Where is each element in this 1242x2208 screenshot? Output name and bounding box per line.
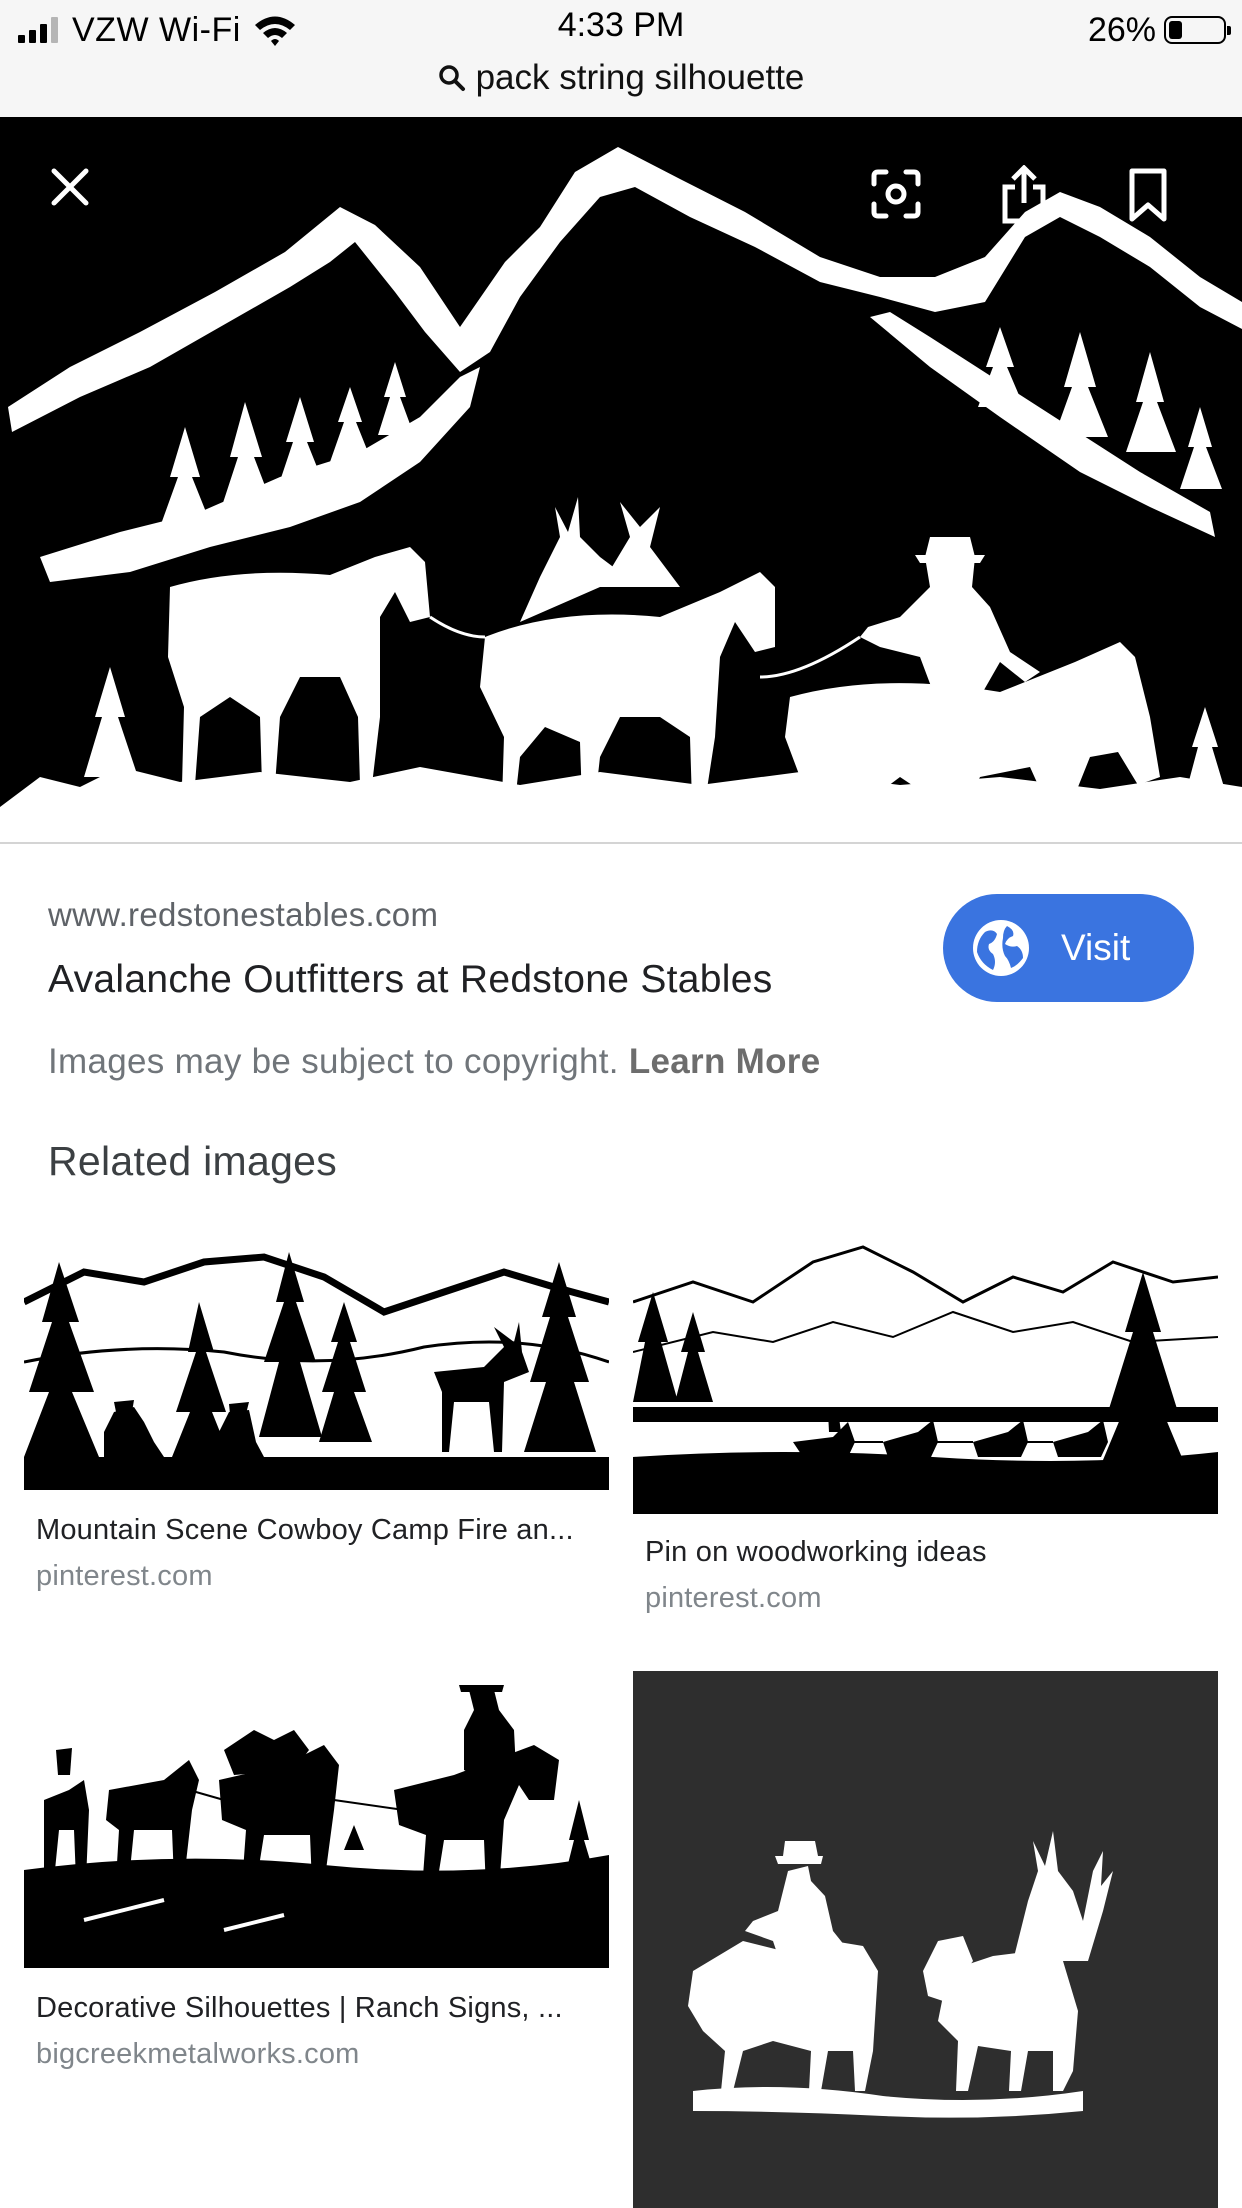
campfire-scene-image [24,1242,609,1490]
related-thumbnail[interactable] [633,1242,1218,1514]
pack-string-lake-image [633,1242,1218,1514]
close-icon [51,168,89,206]
rider-elk-packhorse-image [633,1671,1218,2208]
search-query-bar[interactable]: pack string silhouette [0,58,1242,98]
related-thumbnail[interactable] [24,1242,609,1490]
status-right: 26% [1087,8,1231,52]
globe-icon [973,920,1029,976]
related-source[interactable]: bigcreekmetalworks.com [36,2038,360,2071]
divider [0,842,1242,844]
copyright-text: Images may be subject to copyright. [48,1042,629,1081]
copyright-notice: Images may be subject to copyright. Lear… [48,1042,820,1082]
related-images-heading: Related images [48,1138,338,1184]
lens-button[interactable] [862,160,930,228]
status-bar: VZW Wi-Fi 4:33 PM 26% pack string silhou… [0,0,1242,118]
pack-train-silhouette-image [24,1650,609,1968]
visit-button[interactable]: Visit [943,894,1194,1002]
learn-more-link[interactable]: Learn More [629,1042,821,1081]
visit-label: Visit [1061,927,1131,968]
clock: 4:33 PM [557,6,685,44]
related-source[interactable]: pinterest.com [36,1560,213,1593]
search-icon [438,65,465,91]
related-caption[interactable]: Decorative Silhouettes | Ranch Signs, ..… [36,1992,596,2025]
battery-percent: 26% [1087,10,1156,49]
result-domain[interactable]: www.redstonestables.com [48,896,438,934]
related-image-card[interactable]: Mountain Scene Cowboy Camp Fire an... pi… [24,1242,609,1602]
search-query: pack string silhouette [475,58,805,97]
share-icon [1002,165,1046,224]
bookmark-icon [1129,168,1167,222]
preview-image[interactable] [0,117,1242,842]
share-button[interactable] [986,157,1062,233]
related-thumbnail[interactable] [633,1671,1218,2208]
bookmark-button[interactable] [1110,157,1186,233]
close-button[interactable] [40,157,100,217]
battery-icon [1164,16,1231,44]
related-image-card[interactable]: Pin on woodworking ideas pinterest.com [633,1242,1218,1622]
result-title[interactable]: Avalanche Outfitters at Redstone Stables [48,958,773,1002]
related-image-card[interactable]: Decorative Silhouettes | Ranch Signs, ..… [24,1650,609,2070]
related-thumbnail[interactable] [24,1650,609,1968]
related-caption[interactable]: Pin on woodworking ideas [645,1536,1205,1569]
related-caption[interactable]: Mountain Scene Cowboy Camp Fire an... [36,1514,596,1547]
related-image-card[interactable] [633,1671,1218,2208]
lens-icon [871,169,921,219]
related-source[interactable]: pinterest.com [645,1582,822,1615]
